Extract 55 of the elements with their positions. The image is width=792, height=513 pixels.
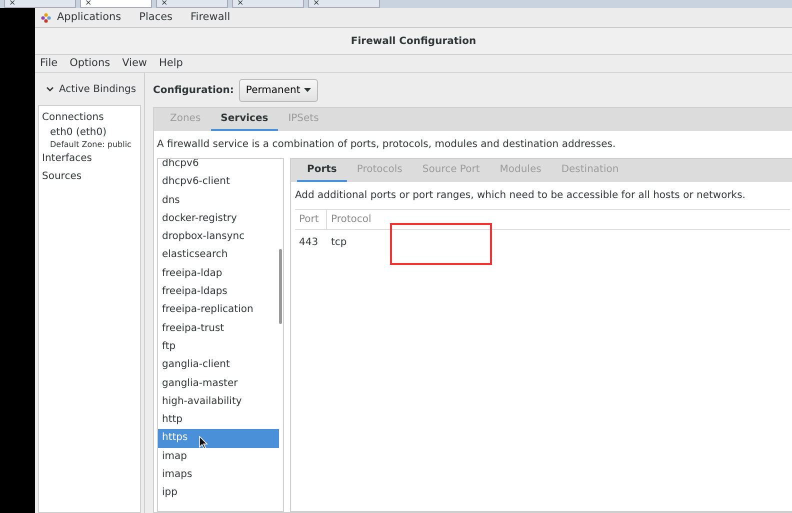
service-item[interactable]: freeipa-replication	[158, 301, 279, 320]
menu-item[interactable]: View	[122, 56, 148, 72]
column-header[interactable]: Protocol	[327, 210, 376, 229]
binding-heading: Sources	[42, 170, 83, 184]
service-item[interactable]: freeipa-ldap	[158, 264, 279, 284]
tab[interactable]: Services	[210, 108, 278, 131]
service-item[interactable]: http	[158, 411, 279, 430]
table-cell-text: 443	[298, 236, 320, 250]
service-item[interactable]: freeipa-ldaps	[158, 283, 279, 302]
browser-tab[interactable]: ×	[232, 0, 304, 8]
service-item[interactable]: ipp	[158, 484, 279, 503]
service-item[interactable]: imaps	[158, 466, 279, 484]
tab-close[interactable]: ×	[161, 0, 168, 7]
configuration-dropdown[interactable]: Permanent	[238, 78, 318, 102]
description-text: Add additional ports or port ranges, which need to be accessible for all hosts or networks.	[294, 189, 746, 203]
service-item[interactable]: freeipa-trust	[158, 320, 279, 338]
top-bar-menu[interactable]: Firewall	[190, 10, 230, 26]
service-item[interactable]: high-availability	[158, 392, 279, 412]
browser-tab[interactable]: ×	[80, 0, 152, 8]
bindings-header[interactable]: Active Bindings	[59, 82, 136, 96]
caret-icon	[304, 88, 312, 92]
menu-item[interactable]: Options	[70, 56, 110, 72]
tab-close[interactable]: ×	[9, 0, 16, 7]
top-bar-menu[interactable]: Places	[139, 10, 173, 26]
top-bar-menu[interactable]: Applications	[57, 10, 122, 26]
binding-heading: Interfaces	[42, 152, 93, 166]
service-item[interactable]: dropbox-lansync	[158, 228, 279, 246]
tab-close[interactable]: ×	[313, 0, 320, 7]
browser-tab[interactable]: ×	[156, 0, 228, 8]
browser-tab[interactable]: ×	[308, 0, 380, 8]
browser-tab[interactable]: ×	[4, 0, 76, 8]
menu-item[interactable]: File	[40, 56, 58, 72]
column-header[interactable]: Port	[295, 210, 327, 229]
service-item[interactable]: ftp	[158, 338, 279, 356]
connection-zone: Default Zone: public	[49, 139, 132, 150]
configuration-label: Configuration:	[153, 84, 234, 98]
chevron-icon[interactable]	[46, 85, 54, 93]
table-cell-text: tcp	[330, 236, 348, 250]
service-item[interactable]: elasticsearch	[158, 246, 279, 265]
service-item[interactable]: ganglia-master	[158, 374, 279, 393]
apps-logo-icon	[41, 12, 51, 22]
mouse-pointer-icon	[199, 436, 208, 449]
service-item[interactable]: dns	[158, 192, 279, 210]
menu-item[interactable]: Help	[159, 56, 183, 72]
binding-heading: Connections	[42, 111, 105, 125]
service-item[interactable]: dhcpv6-client	[158, 173, 279, 192]
tab-close[interactable]: ×	[237, 0, 244, 7]
description-text: A firewalld service is a combination of ports, protocols, modules and destination addresses.	[156, 138, 617, 152]
connection-name[interactable]: eth0 (eth0)	[42, 127, 137, 139]
service-item[interactable]: docker-registry	[158, 210, 279, 228]
service-item[interactable]: imap	[158, 448, 279, 466]
service-item[interactable]: ganglia-client	[158, 356, 279, 375]
scrollbar-thumb[interactable]	[279, 249, 282, 324]
tab[interactable]: Ports	[297, 159, 347, 182]
tab-close[interactable]: ×	[85, 0, 92, 7]
